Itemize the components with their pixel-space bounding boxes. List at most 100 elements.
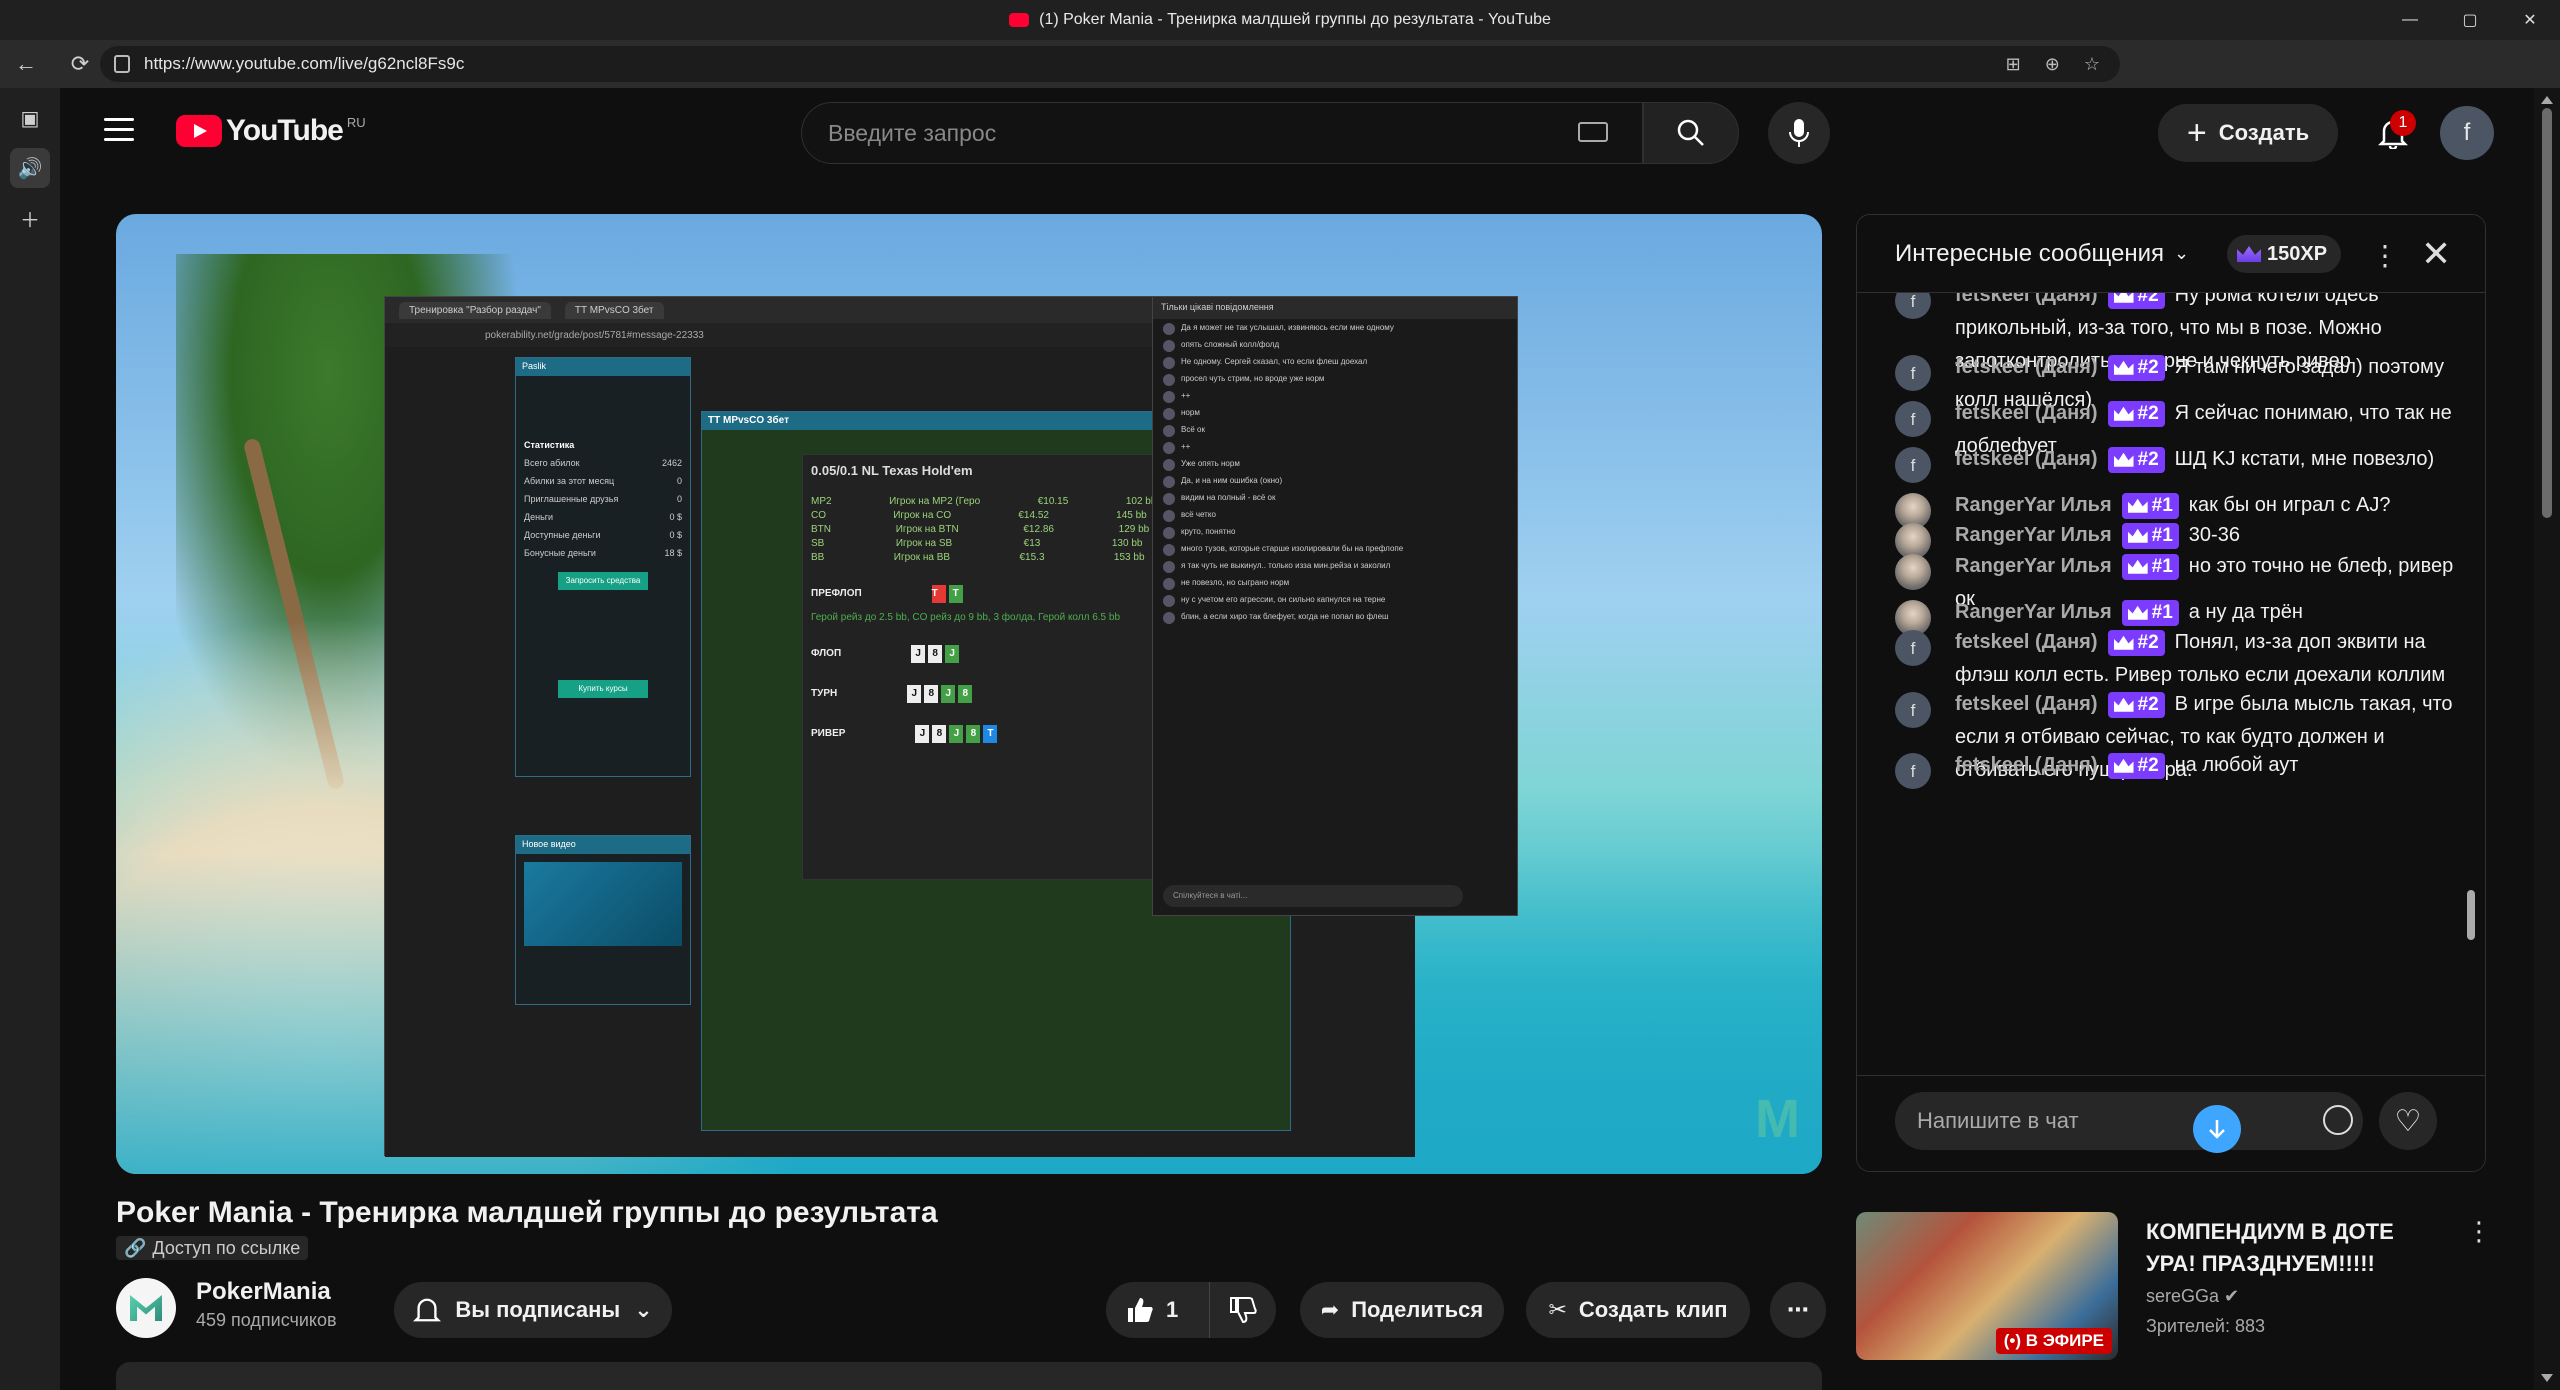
author-avatar[interactable]: f xyxy=(1895,692,1931,728)
chat-message[interactable]: f fetskeel (Даня) #2 Понял, из-за доп эквит… xyxy=(1895,626,2455,692)
chat-message[interactable]: f fetskeel (Даня) #2 на любой аут xyxy=(1895,749,2455,789)
recommended-title[interactable]: КОМПЕНДИУМ В ДОТЕ УРА! ПРАЗДНУЕМ!!!!! xyxy=(2146,1216,2446,1280)
keyboard-icon[interactable] xyxy=(1578,122,1608,142)
author-avatar[interactable]: f xyxy=(1895,630,1931,666)
menu-icon[interactable] xyxy=(104,118,134,142)
description-box[interactable] xyxy=(116,1362,1822,1390)
rank-badge: #2 xyxy=(2107,752,2165,779)
chat-message[interactable]: RangerYar Илья #1 30-36 xyxy=(1895,519,2455,559)
author-avatar[interactable] xyxy=(1895,554,1931,590)
author-avatar[interactable]: f xyxy=(1895,293,1931,319)
author-avatar[interactable]: f xyxy=(1895,753,1931,789)
stream-stats-title: Статистика xyxy=(524,440,575,450)
search-input[interactable]: Введите запрос xyxy=(801,102,1643,164)
video-title: Poker Mania - Тренирка малдшей группы до… xyxy=(116,1196,938,1229)
favorite-star-icon[interactable]: ☆ xyxy=(2084,54,2100,75)
message-author[interactable]: fetskeel (Даня) xyxy=(1955,448,2098,470)
street-label: ФЛОП xyxy=(811,648,842,659)
recommended-channel[interactable]: sereGGa ✔ xyxy=(2146,1286,2239,1307)
channel-avatar[interactable] xyxy=(116,1278,176,1338)
reload-icon[interactable]: ⟳ xyxy=(60,44,100,84)
access-label: Доступ по ссылке xyxy=(152,1237,301,1258)
close-window-button[interactable]: ✕ xyxy=(2500,0,2560,40)
chat-message[interactable]: RangerYar Илья #1 а ну да трён xyxy=(1895,596,2455,636)
message-author[interactable]: fetskeel (Даня) xyxy=(1955,402,2098,424)
new-tab-icon[interactable]: ＋ xyxy=(10,198,50,238)
zoom-icon[interactable]: ⊕ xyxy=(2045,54,2060,75)
site-info-icon[interactable] xyxy=(114,55,130,73)
message-author[interactable]: RangerYar Илья xyxy=(1955,555,2112,577)
message-author[interactable]: RangerYar Илья xyxy=(1955,494,2112,516)
search-button[interactable] xyxy=(1643,102,1739,164)
share-button[interactable]: ➦ Поделиться xyxy=(1300,1282,1504,1338)
chat-mode-label[interactable]: Интересные сообщения xyxy=(1895,240,2164,268)
message-author[interactable]: RangerYar Илья xyxy=(1955,601,2112,623)
logo-text: YouTube xyxy=(226,114,344,147)
youtube-logo[interactable]: YouTube RU xyxy=(176,114,366,148)
create-clip-button[interactable]: ✂ Создать клип xyxy=(1526,1282,1750,1338)
rank-value: #2 xyxy=(2137,357,2159,379)
recommended-thumbnail[interactable]: (•) В ЭФИРЕ xyxy=(1856,1212,2118,1360)
stat-value: 0 xyxy=(676,494,682,504)
stream-chat-line: не повезло, но сыграно норм xyxy=(1153,574,1517,591)
recommended-video[interactable]: (•) В ЭФИРЕ КОМПЕНДИУМ В ДОТЕ УРА! ПРАЗД… xyxy=(1856,1212,2492,1360)
message-body: fetskeel (Даня) #2 Понял, из-за доп эквити… xyxy=(1955,626,2455,692)
chat-input-placeholder: Напишите в чат xyxy=(1917,1108,2079,1133)
bell-icon xyxy=(413,1298,442,1322)
message-author[interactable]: RangerYar Илья xyxy=(1955,524,2112,546)
chat-input[interactable]: Напишите в чат xyxy=(1895,1092,2363,1150)
message-author[interactable]: fetskeel (Даня) xyxy=(1955,693,2098,715)
turn-cards: J8J8 xyxy=(907,685,973,703)
author-avatar[interactable]: f xyxy=(1895,355,1931,391)
message-author[interactable]: fetskeel (Даня) xyxy=(1955,293,2098,306)
dislike-button[interactable] xyxy=(1210,1282,1276,1338)
scroll-up-icon[interactable] xyxy=(2541,96,2553,104)
like-dislike-group: 1 xyxy=(1106,1282,1276,1338)
url-text: https://www.youtube.com/live/g62ncl8Fs9c xyxy=(144,54,465,73)
xp-badge[interactable]: 150XP xyxy=(2227,235,2342,273)
close-chat-icon[interactable]: ✕ xyxy=(2421,233,2451,275)
more-vertical-icon[interactable]: ⋮ xyxy=(2466,1216,2492,1247)
chat-message[interactable]: RangerYar Илья #1 как бы он играл с AJ? xyxy=(1895,489,2455,529)
video-player[interactable]: Тренировка "Разбор раздач" TT MPvsCO 3бе… xyxy=(116,214,1822,1174)
message-author[interactable]: fetskeel (Даня) xyxy=(1955,754,2098,776)
scroll-to-bottom-button[interactable] xyxy=(2193,1105,2241,1153)
message-author[interactable]: fetskeel (Даня) xyxy=(1955,356,2098,378)
player-pos: SB xyxy=(811,538,825,549)
maximize-button[interactable]: ▢ xyxy=(2440,0,2500,40)
author-avatar[interactable]: f xyxy=(1895,447,1931,483)
channel-name[interactable]: PokerMania xyxy=(196,1278,331,1306)
crown-icon xyxy=(2127,528,2148,543)
chat-menu-icon[interactable]: ⋮ xyxy=(2371,239,2399,272)
stream-chat-line: всё четко xyxy=(1153,506,1517,523)
page-scrollbar[interactable] xyxy=(2534,88,2560,1390)
message-body: fetskeel (Даня) #2 ШД KJ кстати, мне повез… xyxy=(1955,443,2455,476)
message-author[interactable]: fetskeel (Даня) xyxy=(1955,631,2098,653)
create-button[interactable]: + Создать xyxy=(2158,104,2338,162)
voice-search-button[interactable] xyxy=(1768,102,1830,164)
subscribed-button[interactable]: Вы подписаны ⌄ xyxy=(394,1282,672,1338)
chat-scroll-thumb[interactable] xyxy=(2467,890,2475,940)
emoji-icon[interactable] xyxy=(2323,1105,2353,1135)
apps-icon[interactable]: ⊞ xyxy=(2006,54,2021,75)
chat-message[interactable]: f fetskeel (Даня) #2 ШД KJ кстати, мне пове… xyxy=(1895,443,2455,483)
heart-reaction-button[interactable]: ♡ xyxy=(2379,1092,2437,1150)
address-bar[interactable]: https://www.youtube.com/live/g62ncl8Fs9c… xyxy=(100,46,2120,82)
account-avatar[interactable]: f xyxy=(2440,106,2494,160)
stream-stat-row: Доступные деньги 0 $ xyxy=(516,526,690,544)
chevron-down-icon[interactable]: ⌄ xyxy=(2174,243,2189,264)
page-scroll-thumb[interactable] xyxy=(2542,108,2552,518)
back-icon[interactable]: ← xyxy=(6,44,46,84)
chat-scrollbar[interactable] xyxy=(2465,345,2475,1045)
notifications-button[interactable]: 1 xyxy=(2370,110,2416,156)
scroll-down-icon[interactable] xyxy=(2541,1374,2553,1382)
author-avatar[interactable]: f xyxy=(1895,401,1931,437)
rank-value: #2 xyxy=(2137,694,2159,716)
minimize-button[interactable]: — xyxy=(2380,0,2440,40)
more-actions-button[interactable]: ⋯ xyxy=(1770,1282,1826,1338)
message-text: на любой аут xyxy=(2174,754,2299,776)
audio-tab-icon[interactable]: 🔊 xyxy=(10,148,50,188)
like-button[interactable]: 1 xyxy=(1106,1282,1210,1338)
stream-buy-button: Купить курсы xyxy=(558,680,648,698)
tab-actions-icon[interactable]: ▣ xyxy=(10,98,50,138)
